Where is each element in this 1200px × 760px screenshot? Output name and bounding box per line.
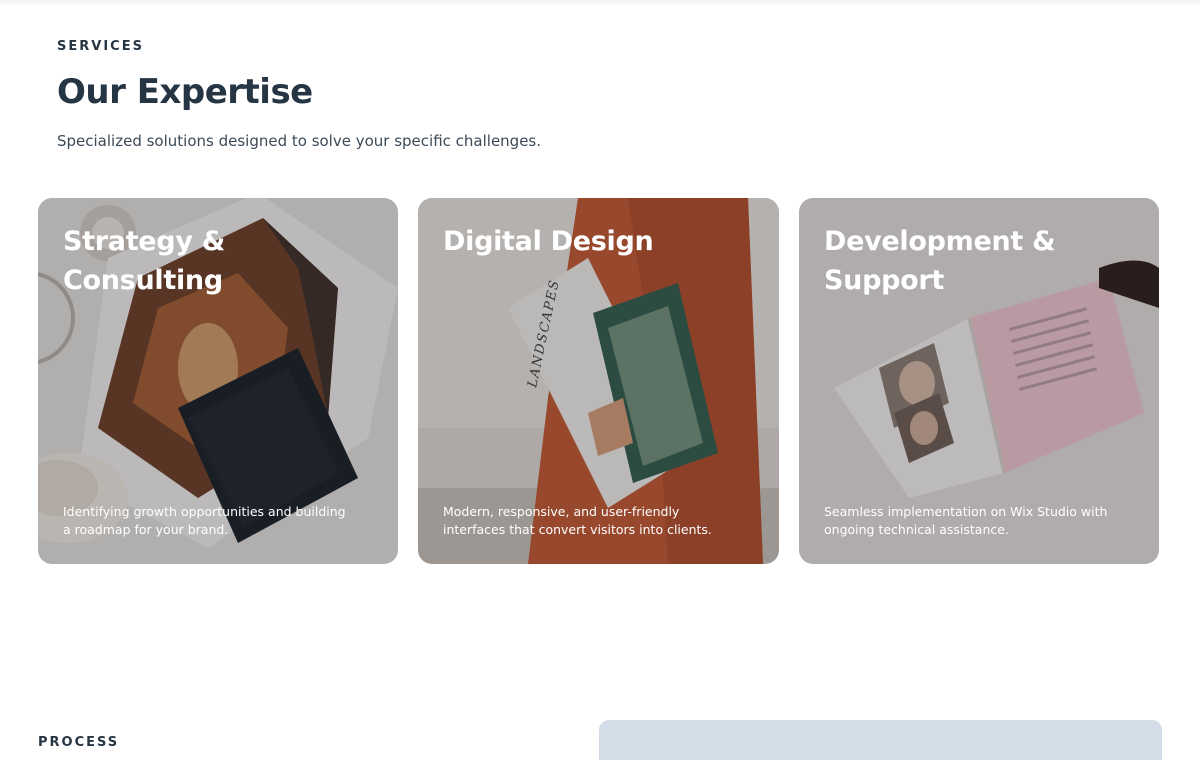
service-card-digital-design[interactable]: LANDSCAPES Digital Design Modern, respon… (418, 198, 779, 564)
services-eyebrow: SERVICES (57, 39, 144, 54)
services-subtitle: Specialized solutions designed to solve … (57, 132, 542, 150)
service-card-strategy[interactable]: Strategy & Consulting Identifying growth… (38, 198, 398, 564)
process-eyebrow: PROCESS (38, 735, 120, 750)
card-description: Identifying growth opportunities and bui… (63, 504, 346, 537)
service-card-development[interactable]: Development & Support Seamless implement… (799, 198, 1159, 564)
card-description: Seamless implementation on Wix Studio wi… (824, 504, 1108, 537)
card-title: Strategy & Consulting (63, 226, 225, 296)
services-title: Our Expertise (57, 72, 313, 112)
services-header: SERVICES Our Expertise Specialized solut… (57, 38, 541, 152)
card-title: Development & Support (824, 226, 1056, 296)
process-panel (599, 720, 1162, 760)
header-shadow (0, 0, 1200, 6)
card-description: Modern, responsive, and user-friendly in… (443, 504, 712, 537)
card-title: Digital Design (443, 226, 654, 257)
